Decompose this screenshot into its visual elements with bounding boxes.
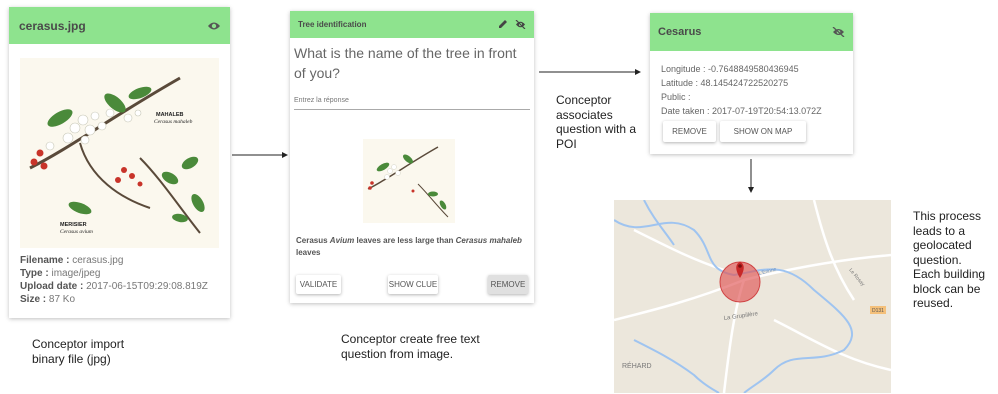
caption-conclusion-line6: block can be: [913, 281, 981, 296]
show-clue-button[interactable]: SHOW CLUE: [388, 275, 438, 294]
validate-button[interactable]: VALIDATE: [296, 275, 341, 294]
caption-poi-line4: POI: [556, 136, 577, 151]
file-card-header: cerasus.jpg: [9, 7, 230, 44]
answer-input[interactable]: Entrez la réponse: [294, 97, 530, 110]
arrow-question-to-poi: [539, 69, 641, 75]
poi-public: Public :: [661, 92, 691, 102]
poi-date-taken: Date taken : 2017-07-19T20:54:13.072Z: [661, 106, 822, 116]
poi-card-header: Cesarus: [650, 13, 853, 51]
question-card-header: Tree identification: [290, 11, 534, 38]
clue-line2: leaves: [296, 248, 321, 257]
caption-conclusion-line7: reused.: [913, 296, 954, 310]
caption-conclusion-line5: Each building: [913, 267, 986, 281]
question-line1: What is the name of the tree in front: [294, 45, 517, 61]
merisier-latin-label: Cerasus avium: [60, 229, 93, 235]
eye-off-icon[interactable]: [515, 19, 526, 31]
question-text: What is the name of the tree in front of…: [294, 43, 517, 83]
map-label-rehard: RÉHARD: [622, 361, 652, 370]
map-label-grupillere: La Grupillère: [723, 311, 759, 322]
file-meta: Filename : cerasus.jpg Type : image/jpeg…: [20, 254, 208, 306]
caption-conclusion-line1: This process: [913, 209, 982, 223]
clue-text: Cerasus Avium leaves are less large than…: [296, 235, 522, 259]
caption-poi: Conceptor associates question with a POI: [556, 93, 636, 151]
answer-placeholder: Entrez la réponse: [294, 97, 349, 104]
caption-conclusion-line2: leads to a: [913, 223, 966, 238]
poi-longitude: Longitude : -0.7648849580436945: [661, 64, 799, 74]
map[interactable]: D131 RÉHARD La Grupillère Le Rosay L'Eri…: [614, 200, 891, 393]
question-card: Tree identification What is the name of …: [290, 11, 534, 303]
pencil-icon[interactable]: [498, 19, 508, 31]
caption-question-line2: question from image.: [341, 347, 454, 361]
map-road-label: D131: [872, 308, 884, 314]
caption-conclusion: This process leads to a geolocated quest…: [913, 209, 985, 311]
meta-filename: Filename : cerasus.jpg: [20, 255, 124, 266]
file-card-title: cerasus.jpg: [19, 19, 86, 33]
caption-question-line1: Conceptor create free text: [341, 332, 480, 346]
show-on-map-button[interactable]: SHOW ON MAP: [720, 121, 806, 142]
eye-icon[interactable]: [207, 20, 221, 34]
poi-card-title: Cesarus: [658, 26, 702, 38]
question-line2: of you?: [294, 65, 340, 81]
poi-fields: Longitude : -0.7648849580436945 Latitude…: [661, 62, 822, 118]
mahaleb-latin-label: Cerasus mahaleb: [154, 119, 193, 125]
caption-poi-line2: associates: [556, 107, 613, 122]
mahaleb-label: MAHALEB: [156, 112, 184, 118]
meta-type: Type : image/jpeg: [20, 268, 101, 279]
caption-question: Conceptor create free text question from…: [341, 332, 480, 362]
map-label-rosay: Le Rosay: [847, 267, 865, 287]
file-card: cerasus.jpg MAHALEB Cerasus mahaleb MERI…: [9, 7, 230, 318]
meta-upload-date: Upload date : 2017-06-15T09:29:08.819Z: [20, 281, 208, 292]
poi-card: Cesarus Longitude : -0.7648849580436945 …: [650, 13, 853, 154]
poi-remove-button[interactable]: REMOVE: [663, 121, 716, 142]
merisier-label: MERISIER: [60, 222, 87, 228]
cerasus-illustration: MAHALEB Cerasus mahaleb MERISIER Cerasus…: [20, 58, 219, 248]
remove-button[interactable]: REMOVE: [488, 275, 528, 294]
caption-poi-line1: Conceptor: [556, 93, 612, 107]
question-image: [363, 139, 455, 223]
caption-import: Conceptor import binary file (jpg): [32, 337, 124, 367]
caption-poi-line3: question with a: [556, 122, 637, 136]
caption-import-line1: Conceptor import: [32, 337, 125, 351]
caption-import-line2: binary file (jpg): [32, 352, 111, 366]
meta-size: Size : 87 Ko: [20, 294, 76, 305]
arrow-poi-to-map: [748, 159, 754, 193]
clue-line1: Cerasus Avium leaves are less large than…: [296, 236, 522, 245]
eye-off-icon[interactable]: [832, 26, 845, 40]
caption-conclusion-line3: geolocated: [913, 238, 972, 252]
poi-latitude: Latitude : 48.145424722520275: [661, 78, 789, 88]
question-card-title: Tree identification: [298, 20, 367, 29]
arrow-file-to-question: [232, 152, 288, 158]
caption-conclusion-line4: question.: [913, 252, 962, 267]
